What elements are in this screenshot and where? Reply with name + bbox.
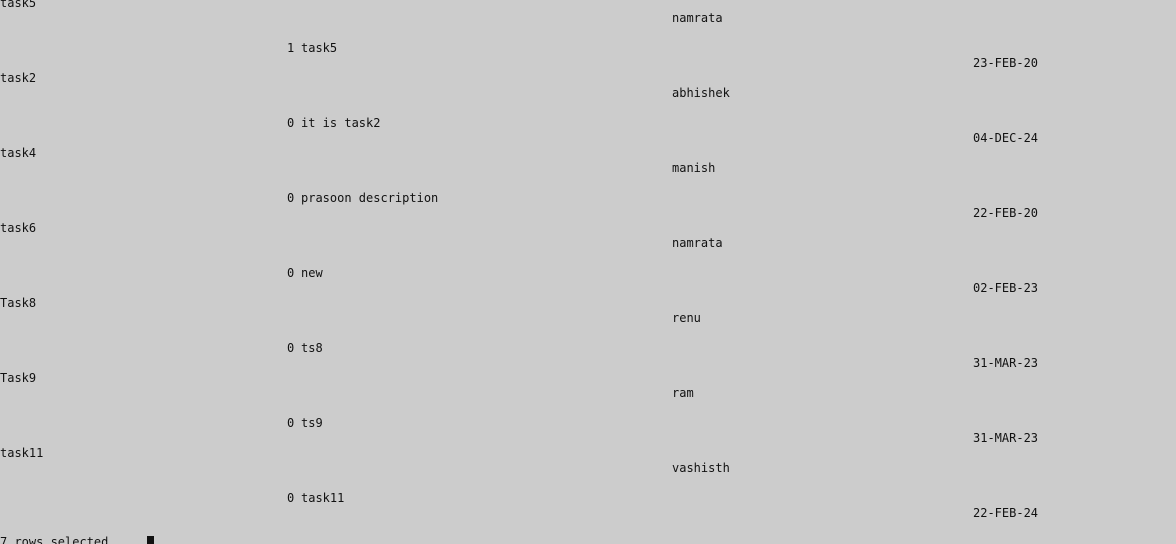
result-row: task6 namrata 0 new 02-FEB-23 bbox=[0, 221, 1176, 296]
assignee-name: vashisth bbox=[672, 461, 730, 475]
assignee-name: namrata bbox=[672, 11, 723, 25]
status-flag: 1 bbox=[287, 41, 295, 55]
due-date: 04-DEC-24 bbox=[973, 131, 1039, 145]
task-name: task6 bbox=[0, 221, 37, 235]
task-description: prasoon description bbox=[301, 191, 439, 205]
task-name: Task9 bbox=[0, 371, 37, 385]
text-cursor bbox=[147, 536, 154, 544]
result-row: task11 vashisth 0 task11 22-FEB-24 bbox=[0, 446, 1176, 521]
status-flag: 0 bbox=[287, 191, 295, 205]
result-row: Task9 ram 0 ts9 31-MAR-23 bbox=[0, 371, 1176, 446]
result-row: task4 manish 0 prasoon description 22-FE… bbox=[0, 146, 1176, 221]
task-description: ts8 bbox=[301, 341, 323, 355]
task-description: task11 bbox=[301, 491, 345, 505]
status-flag: 0 bbox=[287, 266, 295, 280]
task-description: task5 bbox=[301, 41, 338, 55]
due-date: 31-MAR-23 bbox=[973, 356, 1039, 370]
due-date: 22-FEB-24 bbox=[973, 506, 1039, 520]
task-name: task4 bbox=[0, 146, 37, 160]
task-name: task11 bbox=[0, 446, 44, 460]
task-description: ts9 bbox=[301, 416, 323, 430]
assignee-name: ram bbox=[672, 386, 694, 400]
task-name: Task8 bbox=[0, 296, 37, 310]
task-description: it is task2 bbox=[301, 116, 381, 130]
assignee-name: renu bbox=[672, 311, 701, 325]
assignee-name: namrata bbox=[672, 236, 723, 250]
due-date: 02-FEB-23 bbox=[973, 281, 1039, 295]
task-name: task2 bbox=[0, 71, 37, 85]
status-flag: 0 bbox=[287, 116, 295, 130]
status-flag: 0 bbox=[287, 491, 295, 505]
assignee-name: abhishek bbox=[672, 86, 730, 100]
result-row: Task8 renu 0 ts8 31-MAR-23 bbox=[0, 296, 1176, 371]
task-name: task5 bbox=[0, 0, 37, 10]
result-row: task2 abhishek 0 it is task2 04-DEC-24 bbox=[0, 71, 1176, 146]
status-flag: 0 bbox=[287, 416, 295, 430]
task-description: new bbox=[301, 266, 323, 280]
due-date: 31-MAR-23 bbox=[973, 431, 1039, 445]
assignee-name: manish bbox=[672, 161, 716, 175]
status-flag: 0 bbox=[287, 341, 295, 355]
due-date: 23-FEB-20 bbox=[973, 56, 1039, 70]
result-row: task5 namrata 1 task5 23-FEB-20 bbox=[0, 0, 1176, 71]
terminal-output[interactable]: task5 namrata 1 task5 23-FEB-20 task2 ab… bbox=[0, 0, 1176, 544]
rows-selected-message: 7 rows selected. bbox=[0, 535, 116, 544]
due-date: 22-FEB-20 bbox=[973, 206, 1039, 220]
